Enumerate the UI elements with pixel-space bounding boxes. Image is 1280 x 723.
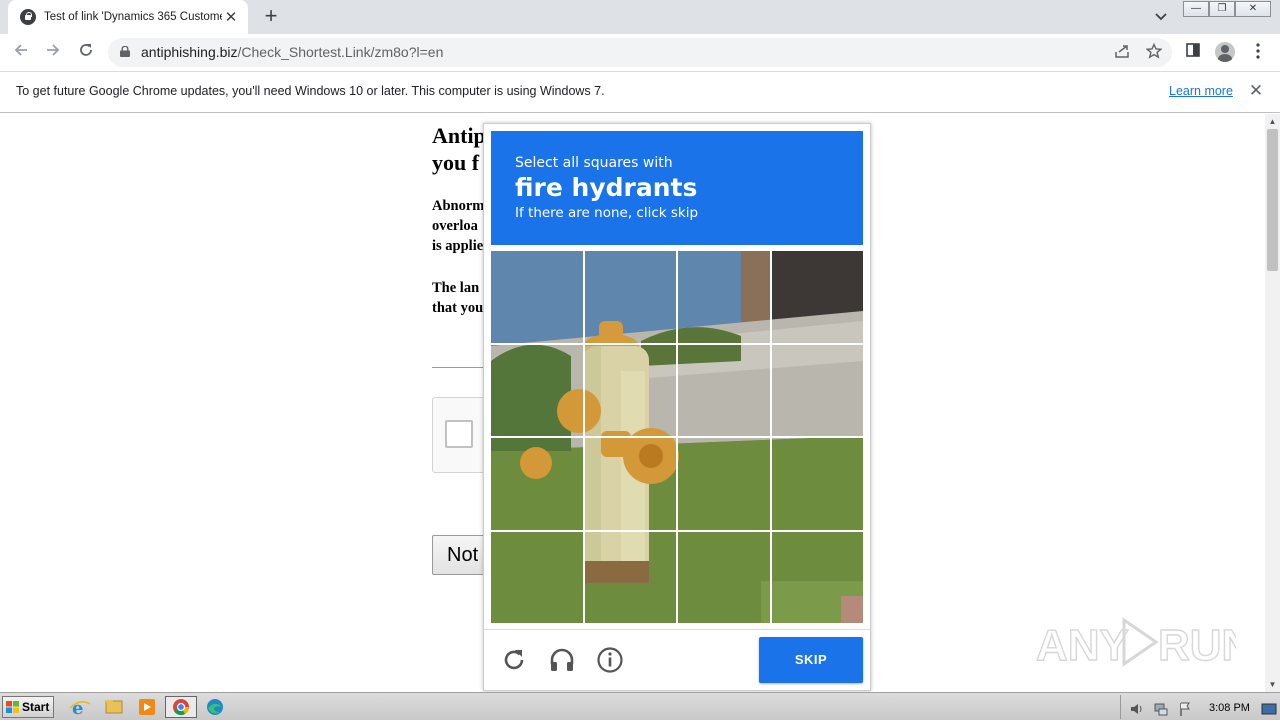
challenge-tile[interactable] (678, 531, 770, 623)
file-explorer-icon[interactable] (101, 696, 127, 718)
challenge-image-grid (491, 251, 863, 623)
reload-icon[interactable] (500, 646, 528, 674)
challenge-tile[interactable] (678, 344, 770, 436)
infobar-message: To get future Google Chrome updates, you… (16, 84, 605, 98)
info-icon[interactable] (596, 646, 624, 674)
windows-taskbar: Start e 3:08 PM (0, 692, 1280, 720)
tab-title: Test of link 'Dynamics 365 Customer (44, 11, 222, 23)
challenge-tile[interactable] (491, 251, 583, 343)
tab-search-chevron-icon[interactable] (1150, 6, 1172, 28)
window-close-button[interactable]: ✕ (1235, 1, 1271, 17)
tab-strip: Test of link 'Dynamics 365 Customer ✕ + … (0, 0, 1280, 34)
side-panel-icon[interactable] (1183, 43, 1203, 63)
tile-image (771, 344, 863, 436)
browser-tab[interactable]: Test of link 'Dynamics 365 Customer ✕ (8, 0, 248, 34)
network-icon[interactable] (1153, 701, 1169, 717)
tile-image (771, 531, 863, 623)
tile-image (491, 531, 583, 623)
taskbar-clock: 3:08 PM (1209, 702, 1250, 714)
chrome-icon[interactable] (165, 696, 197, 718)
show-desktop-icon[interactable] (1261, 701, 1277, 717)
page-scrollbar[interactable]: ▲ ▼ (1265, 114, 1280, 692)
windows-flag-icon (6, 701, 19, 713)
internet-explorer-icon[interactable]: e (67, 696, 93, 719)
svg-text:ANY: ANY (1036, 621, 1129, 670)
tile-image (678, 531, 770, 623)
share-icon[interactable] (1112, 43, 1132, 63)
media-player-icon[interactable] (134, 696, 160, 718)
tile-image (584, 251, 676, 343)
tile-image (584, 531, 676, 623)
audio-headphones-icon[interactable] (548, 646, 576, 674)
restore-button[interactable]: ❐ (1209, 1, 1235, 17)
challenge-tile[interactable] (771, 531, 863, 623)
challenge-tile[interactable] (491, 344, 583, 436)
anyrun-watermark-logo: ANY RUN (1036, 617, 1236, 671)
minimize-button[interactable]: — (1183, 1, 1209, 17)
lock-favicon-icon (20, 9, 36, 25)
challenge-target: fire hydrants (515, 173, 698, 202)
challenge-footer: SKIP (484, 629, 870, 691)
challenge-tile[interactable] (584, 344, 676, 436)
tile-image (491, 251, 583, 343)
scroll-up-arrow-icon[interactable]: ▲ (1265, 114, 1280, 129)
infobar-close-button[interactable]: ✕ (1246, 81, 1266, 101)
challenge-tile[interactable] (678, 438, 770, 530)
challenge-tile[interactable] (771, 251, 863, 343)
tile-image (771, 438, 863, 530)
scrollbar-thumb[interactable] (1267, 129, 1278, 271)
challenge-tile[interactable] (584, 438, 676, 530)
edge-icon[interactable] (202, 696, 228, 718)
reload-icon[interactable] (73, 40, 99, 66)
challenge-header: Select all squares with fire hydrants If… (491, 131, 863, 245)
action-center-flag-icon[interactable] (1177, 701, 1193, 717)
update-infobar: To get future Google Chrome updates, you… (0, 71, 1280, 113)
challenge-tile[interactable] (584, 251, 676, 343)
learn-more-link[interactable]: Learn more (1169, 84, 1233, 98)
tile-image (584, 438, 676, 530)
start-label: Start (22, 700, 50, 714)
start-button[interactable]: Start (2, 696, 54, 718)
tile-image (771, 251, 863, 343)
svg-text:e: e (72, 698, 83, 718)
challenge-tile[interactable] (678, 251, 770, 343)
challenge-tile[interactable] (491, 531, 583, 623)
skip-button[interactable]: SKIP (759, 637, 863, 683)
more-menu-icon[interactable] (1248, 43, 1268, 63)
tile-image (491, 344, 583, 436)
tile-image (678, 438, 770, 530)
volume-icon[interactable] (1129, 701, 1145, 717)
challenge-tile[interactable] (771, 344, 863, 436)
back-arrow-icon[interactable] (8, 40, 34, 66)
svg-text:RUN: RUN (1158, 621, 1236, 670)
tile-image (584, 344, 676, 436)
address-bar[interactable]: antiphishing.biz/Check_Shortest.Link/zm8… (108, 38, 1172, 67)
captcha-checkbox[interactable] (445, 420, 473, 448)
challenge-tile[interactable] (771, 438, 863, 530)
scroll-down-arrow-icon[interactable]: ▼ (1265, 677, 1280, 692)
forward-arrow-icon[interactable] (40, 40, 66, 66)
tile-image (678, 344, 770, 436)
tile-image (678, 251, 770, 343)
tab-close-button[interactable]: ✕ (222, 8, 240, 26)
challenge-hint: If there are none, click skip (515, 205, 699, 221)
tile-image (491, 438, 583, 530)
challenge-tile[interactable] (491, 438, 583, 530)
new-tab-button[interactable]: + (258, 4, 284, 30)
browser-toolbar: antiphishing.biz/Check_Shortest.Link/zm8… (0, 34, 1280, 71)
captcha-challenge-popup: Select all squares with fire hydrants If… (483, 123, 871, 691)
profile-avatar-icon[interactable] (1215, 42, 1235, 62)
challenge-instruction: Select all squares with (515, 155, 673, 171)
system-tray: 3:08 PM (1120, 695, 1280, 719)
lock-icon (120, 46, 130, 57)
url-text: antiphishing.biz/Check_Shortest.Link/zm8… (141, 44, 444, 60)
challenge-tile[interactable] (584, 531, 676, 623)
bookmark-star-icon[interactable] (1144, 42, 1164, 63)
